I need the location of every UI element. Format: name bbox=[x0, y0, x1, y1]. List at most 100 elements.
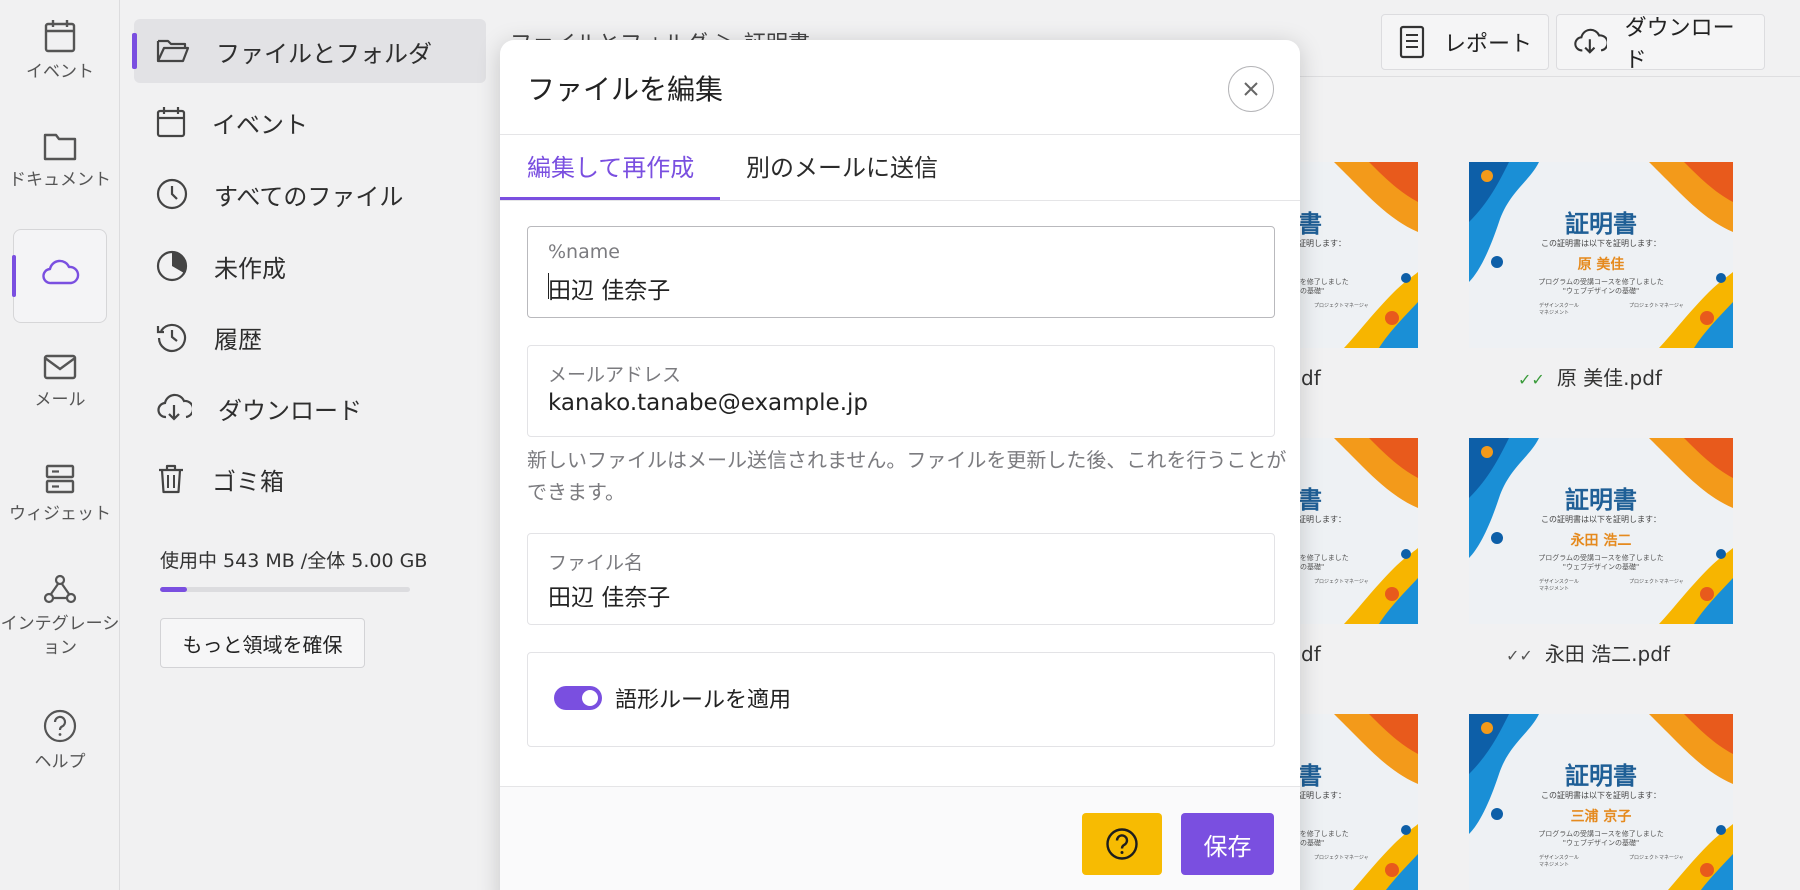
certificate-subtitle: この証明書は以下を証明します： bbox=[1541, 239, 1661, 248]
file-caption-text: 永田 浩二.pdf bbox=[1544, 642, 1670, 666]
file-caption[interactable]: ✓✓ 原 美佳.pdf bbox=[1518, 362, 1662, 391]
certificate-signature-left: デザインスクール マネジメント bbox=[1539, 579, 1579, 592]
sidebar-item-label: 未作成 bbox=[214, 254, 286, 283]
dialog-title: ファイルを編集 bbox=[527, 73, 724, 106]
file-caption[interactable]: ✓✓ 永田 浩二.pdf bbox=[1506, 638, 1670, 667]
download-label: ダウンロード bbox=[1624, 16, 1735, 73]
storage-usage-bar bbox=[160, 587, 410, 592]
rail-label-events: イベント bbox=[26, 62, 94, 82]
rail-item-documents[interactable]: ドキュメント bbox=[0, 130, 120, 192]
report-label: レポート bbox=[1444, 32, 1533, 57]
name-field-value: 田辺 佳奈子 bbox=[548, 278, 671, 304]
sidebar-item-label: 履歴 bbox=[214, 325, 262, 354]
rail-item-cloud-icon-wrap bbox=[0, 258, 120, 294]
certificate-body: プログラムの受講コースを修了しました "ウェブデザインの基礎" bbox=[1538, 830, 1664, 847]
rail-label-documents: ドキュメント bbox=[9, 170, 111, 190]
certificate-signature-right: プロジェクトマネージャ bbox=[1629, 855, 1684, 861]
trash-icon bbox=[159, 464, 183, 494]
rail-item-events[interactable]: イベント bbox=[0, 18, 120, 84]
certificate-title: 証明書 bbox=[1565, 762, 1637, 790]
filename-field-value: 田辺 佳奈子 bbox=[548, 585, 671, 611]
pie-icon bbox=[156, 250, 188, 282]
sidebar-item-label: ファイルとフォルダ bbox=[216, 39, 432, 68]
sidebar: ファイルとフォルダ イベント すべてのファイル 未作成 履歴 ダウンロード ゴミ… bbox=[120, 0, 500, 890]
rail-item-help[interactable]: ヘルプ bbox=[0, 708, 120, 774]
rail-label-integration: インテグレーション bbox=[0, 614, 120, 658]
question-icon bbox=[1106, 828, 1138, 860]
sidebar-item-download[interactable]: ダウンロード bbox=[134, 376, 486, 440]
rail-label-mail: メール bbox=[34, 390, 86, 410]
widget-icon bbox=[45, 464, 75, 494]
rail-item-integration[interactable]: インテグレーション bbox=[0, 572, 120, 660]
help-circle-icon bbox=[43, 709, 77, 743]
close-button[interactable] bbox=[1228, 66, 1274, 112]
tabs-divider bbox=[500, 200, 1300, 201]
get-more-space-button[interactable]: もっと領域を確保 bbox=[160, 618, 365, 668]
help-button[interactable] bbox=[1082, 813, 1162, 875]
mail-icon bbox=[43, 354, 77, 380]
close-icon bbox=[1244, 82, 1258, 96]
filename-field[interactable]: ファイル名 田辺 佳奈子 bbox=[527, 533, 1275, 625]
certificate-subtitle: この証明書は以下を証明します： bbox=[1541, 515, 1661, 524]
sent-check-icon: ✓✓ bbox=[1518, 370, 1545, 389]
history-icon bbox=[156, 323, 187, 353]
calendar-icon bbox=[44, 20, 76, 53]
sidebar-item-label: イベント bbox=[212, 110, 308, 139]
report-button[interactable]: レポート bbox=[1381, 14, 1549, 70]
name-field-label: %name bbox=[548, 241, 620, 263]
sidebar-item-label: すべてのファイル bbox=[214, 182, 404, 211]
certificate-body: プログラムの受講コースを修了しました "ウェブデザインの基礎" bbox=[1538, 278, 1664, 295]
certificate-thumbnail[interactable]: 証明書 この証明書は以下を証明します： 三浦 京子 プログラムの受講コースを修了しまし… bbox=[1469, 714, 1733, 890]
email-field[interactable]: メールアドレス kanako.tanabe@example.jp bbox=[527, 345, 1275, 437]
download-button[interactable]: ダウンロード bbox=[1556, 14, 1765, 73]
cloud-icon bbox=[42, 259, 80, 285]
sidebar-item-history[interactable]: 履歴 bbox=[134, 305, 486, 369]
cloud-download-icon bbox=[1574, 28, 1607, 54]
sidebar-item-label: ゴミ箱 bbox=[212, 467, 284, 496]
edit-file-dialog: ファイルを編集 編集して再作成 別のメールに送信 %name 田辺 佳奈子 メー… bbox=[500, 40, 1300, 890]
email-field-value: kanako.tanabe@example.jp bbox=[548, 390, 868, 416]
webhook-icon bbox=[43, 574, 77, 604]
rail-item-mail[interactable]: メール bbox=[0, 352, 120, 412]
name-field[interactable]: %name 田辺 佳奈子 bbox=[527, 226, 1275, 318]
file-caption-text: 原 美佳.pdf bbox=[1556, 366, 1662, 390]
storage-usage-fill bbox=[160, 587, 188, 592]
email-hint-text: 新しいファイルはメール送信されません。ファイルを更新した後、これを行うことができ… bbox=[527, 448, 1287, 504]
certificate-signature-right: プロジェクトマネージャ bbox=[1314, 855, 1369, 861]
clock-icon bbox=[156, 178, 188, 210]
certificate-thumbnail[interactable]: 証明書 この証明書は以下を証明します： 原 美佳プログラムの受講コースを修了しました… bbox=[1469, 162, 1733, 348]
sidebar-item-trash[interactable]: ゴミ箱 bbox=[134, 447, 486, 511]
save-button[interactable]: 保存 bbox=[1181, 813, 1274, 875]
certificate-background bbox=[1469, 714, 1733, 890]
filename-field-label: ファイル名 bbox=[548, 552, 644, 574]
dialog-footer bbox=[500, 786, 1300, 890]
calendar-icon bbox=[156, 107, 186, 138]
sidebar-item-label: ダウンロード bbox=[218, 396, 362, 425]
certificate-body: プログラムの受講コースを修了しました "ウェブデザインの基礎" bbox=[1538, 554, 1664, 571]
email-field-label: メールアドレス bbox=[548, 364, 682, 386]
certificate-thumbnail[interactable]: 証明書 この証明書は以下を証明します： 永田 浩二 プログラムの受講コースを修了しまし… bbox=[1469, 438, 1733, 624]
word-form-rule-label: 語形ルールを適用 bbox=[615, 688, 792, 713]
word-form-rule-toggle[interactable] bbox=[554, 686, 602, 710]
certificate-signature-right: プロジェクトマネージャ bbox=[1314, 579, 1369, 585]
tab-send-other-email[interactable]: 別のメールに送信 bbox=[746, 148, 938, 183]
sidebar-item-events[interactable]: イベント bbox=[134, 90, 486, 154]
sidebar-item-not-created[interactable]: 未作成 bbox=[134, 234, 486, 298]
icon-rail: イベント ドキュメント メール ウィジェット インテグレーション ヘルプ bbox=[0, 0, 120, 890]
rail-item-widget[interactable]: ウィジェット bbox=[0, 462, 120, 526]
dialog-divider bbox=[500, 134, 1300, 135]
certificate-title: 証明書 bbox=[1565, 210, 1637, 238]
certificate-title: 証明書 bbox=[1565, 486, 1637, 514]
folder-icon bbox=[43, 133, 77, 161]
certificate-signature-left: デザインスクール マネジメント bbox=[1539, 303, 1579, 316]
certificate-signature-left: デザインスクール マネジメント bbox=[1539, 855, 1579, 868]
tab-edit-regenerate[interactable]: 編集して再作成 bbox=[527, 148, 694, 183]
sidebar-item-files-folders[interactable]: ファイルとフォルダ bbox=[132, 19, 486, 83]
certificate-signature-right: プロジェクトマネージャ bbox=[1629, 303, 1684, 309]
folder-open-icon bbox=[156, 39, 190, 63]
sidebar-item-all-files[interactable]: すべてのファイル bbox=[134, 162, 486, 226]
cloud-download-icon bbox=[157, 393, 192, 421]
certificate-recipient-name: 三浦 京子 bbox=[1570, 809, 1632, 825]
report-icon bbox=[1399, 25, 1425, 59]
certificate-recipient-name: 原 美佳 bbox=[1577, 257, 1625, 273]
